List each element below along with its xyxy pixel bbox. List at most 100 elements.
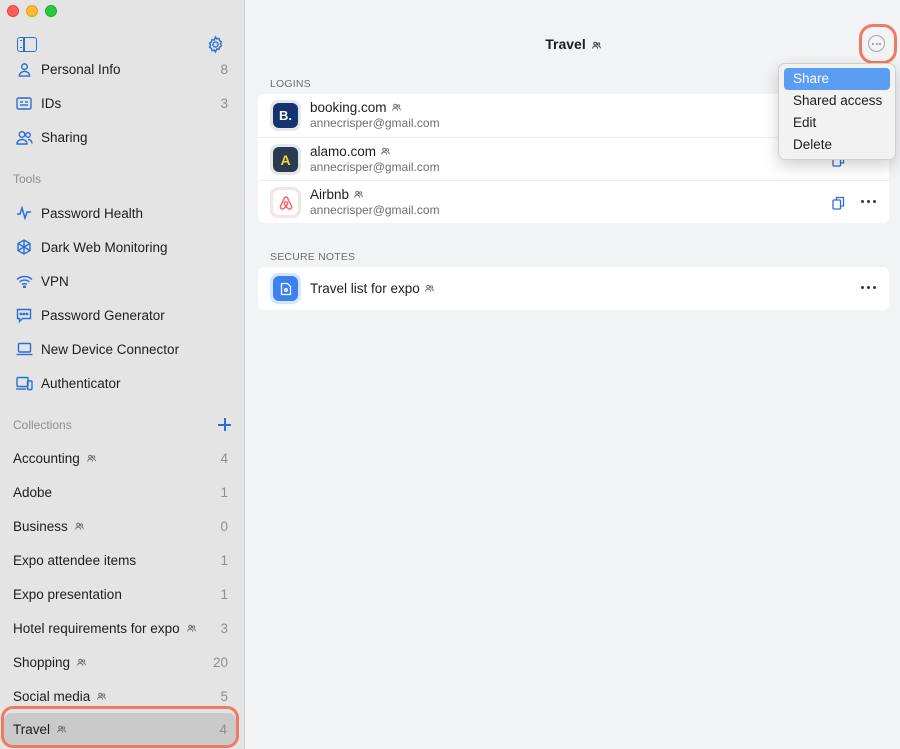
login-username: annecrisper@gmail.com: [310, 116, 440, 130]
collection-count: 1: [220, 552, 228, 568]
more-options-menu: Share Shared access Edit Delete: [778, 63, 896, 160]
sidebar-item-label: Dark Web Monitoring: [41, 239, 168, 255]
person-icon: [15, 60, 33, 78]
menu-item-share[interactable]: Share: [784, 68, 890, 90]
shared-icon: [354, 190, 363, 198]
collection-count: 1: [220, 484, 228, 500]
secure-note-icon: [270, 273, 301, 304]
login-username: annecrisper@gmail.com: [310, 160, 440, 174]
secure-notes-section-header: SECURE NOTES: [270, 251, 356, 263]
collection-label: Hotel requirements for expo: [13, 620, 180, 636]
shared-icon: [75, 522, 84, 530]
sidebar-item-dark-web-monitoring[interactable]: Dark Web Monitoring: [0, 230, 244, 264]
shared-icon: [87, 454, 96, 462]
collection-count: 1: [220, 586, 228, 602]
shared-icon: [77, 658, 86, 666]
sharing-icon: [15, 128, 33, 146]
note-row-travel-list[interactable]: Travel list for expo: [258, 267, 889, 310]
sidebar-toggle-icon[interactable]: [17, 37, 37, 52]
shared-icon: [425, 284, 434, 292]
notes-list: Travel list for expo: [258, 267, 889, 310]
shared-icon: [97, 692, 107, 700]
sidebar-item-sharing[interactable]: Sharing: [0, 120, 244, 154]
row-more-button[interactable]: [861, 200, 876, 203]
window-controls: [7, 5, 57, 17]
collection-label: Expo presentation: [13, 586, 122, 602]
zoom-window-button[interactable]: [45, 5, 57, 17]
alamo-logo-text: A: [273, 147, 298, 172]
collection-count: 3: [220, 620, 228, 636]
sidebar-item-label: Personal Info: [41, 61, 121, 77]
login-name: alamo.com: [310, 144, 377, 159]
collection-label: Social media: [13, 688, 91, 704]
sidebar-item-label: Authenticator: [41, 375, 121, 391]
sidebar-item-label: IDs: [41, 95, 62, 111]
authenticator-icon: [15, 374, 33, 392]
shared-icon: [186, 624, 196, 632]
sidebar-item-new-device-connector[interactable]: New Device Connector: [0, 332, 244, 366]
row-more-button[interactable]: [861, 286, 876, 289]
highlight-ring: [859, 24, 897, 64]
collection-item-adobe[interactable]: Adobe 1: [0, 475, 244, 509]
login-row-airbnb[interactable]: Airbnb annecrisper@gmail.com: [258, 180, 889, 223]
sidebar-item-count: 3: [220, 95, 228, 111]
logins-section-header: LOGINS: [270, 78, 311, 90]
laptop-icon: [15, 340, 33, 358]
highlight-ring: [1, 706, 239, 748]
collections-section-header: Collections: [13, 418, 72, 432]
close-window-button[interactable]: [7, 5, 19, 17]
page-title-text: Travel: [545, 36, 586, 52]
menu-item-edit[interactable]: Edit: [784, 112, 890, 134]
sidebar-item-password-health[interactable]: Password Health: [0, 196, 244, 230]
pulse-icon: [15, 204, 33, 222]
collection-item-business[interactable]: Business 0: [0, 509, 244, 543]
sidebar-item-label: VPN: [41, 273, 69, 289]
sidebar-item-label: Sharing: [41, 129, 88, 145]
collection-label: Adobe: [13, 484, 53, 500]
tools-section-header: Tools: [13, 172, 42, 186]
shared-icon: [381, 147, 390, 155]
menu-item-delete[interactable]: Delete: [784, 134, 890, 156]
collection-label: Expo attendee items: [13, 552, 137, 568]
shared-icon: [391, 103, 401, 111]
sidebar-item-personal-info[interactable]: Personal Info 8: [0, 52, 244, 86]
login-name: Airbnb: [310, 187, 350, 202]
dark-web-icon: [15, 238, 33, 256]
shared-icon: [592, 41, 601, 49]
booking-logo-text: B.: [273, 103, 298, 128]
collection-count: 0: [220, 518, 228, 534]
collection-label: Accounting: [13, 450, 80, 466]
sidebar-item-ids[interactable]: IDs 3: [0, 86, 244, 120]
airbnb-logo: [270, 187, 301, 218]
collection-label: Shopping: [13, 654, 71, 670]
sidebar: Personal Info 8 IDs 3 Sharing Tools Pass…: [0, 0, 245, 749]
collection-count: 4: [220, 450, 228, 466]
booking-logo: B.: [270, 100, 301, 131]
collection-item-accounting[interactable]: Accounting 4: [0, 441, 244, 475]
collection-item-expo-attendee-items[interactable]: Expo attendee items 1: [0, 543, 244, 577]
sidebar-item-authenticator[interactable]: Authenticator: [0, 366, 244, 400]
password-generator-icon: [15, 306, 33, 324]
login-username: annecrisper@gmail.com: [310, 203, 440, 217]
sidebar-item-label: Password Generator: [41, 307, 165, 323]
sidebar-item-label: New Device Connector: [41, 341, 180, 357]
copy-icon[interactable]: [832, 196, 845, 210]
sidebar-item-label: Password Health: [41, 205, 144, 221]
menu-item-shared-access[interactable]: Shared access: [784, 90, 890, 112]
add-collection-button[interactable]: [218, 418, 231, 431]
login-name: booking.com: [310, 100, 387, 115]
collection-item-shopping[interactable]: Shopping 20: [0, 645, 244, 679]
alamo-logo: A: [270, 144, 301, 175]
id-card-icon: [15, 94, 33, 112]
vpn-icon: [15, 272, 33, 290]
collection-count: 20: [212, 654, 228, 670]
collection-item-expo-presentation[interactable]: Expo presentation 1: [0, 577, 244, 611]
minimize-window-button[interactable]: [26, 5, 38, 17]
sidebar-item-count: 8: [220, 61, 228, 77]
note-name: Travel list for expo: [310, 281, 420, 296]
collection-item-hotel-requirements[interactable]: Hotel requirements for expo 3: [0, 611, 244, 645]
collection-label: Business: [13, 518, 68, 534]
collection-count: 5: [220, 688, 228, 704]
sidebar-item-vpn[interactable]: VPN: [0, 264, 244, 298]
sidebar-item-password-generator[interactable]: Password Generator: [0, 298, 244, 332]
